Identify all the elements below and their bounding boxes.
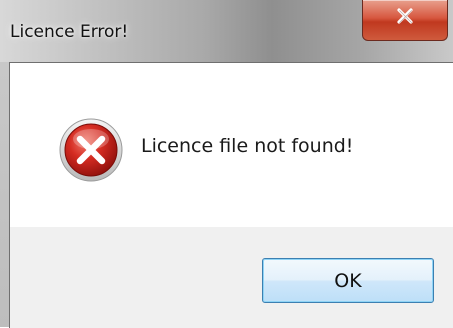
window-title: Licence Error! xyxy=(10,22,129,42)
close-button[interactable] xyxy=(362,0,448,41)
close-icon xyxy=(397,8,413,24)
error-message: Licence file not found! xyxy=(141,135,354,157)
ok-button[interactable]: OK xyxy=(262,258,434,303)
button-bar: OK xyxy=(10,227,453,328)
window-frame-edge xyxy=(0,62,9,327)
error-icon xyxy=(59,118,123,182)
title-bar[interactable]: Licence Error! xyxy=(0,0,453,60)
message-area: Licence file not found! xyxy=(10,63,453,227)
dialog-client-area: Licence file not found! OK xyxy=(9,62,453,328)
dialog-window: Licence Error! Licence file not found! O… xyxy=(0,0,453,328)
